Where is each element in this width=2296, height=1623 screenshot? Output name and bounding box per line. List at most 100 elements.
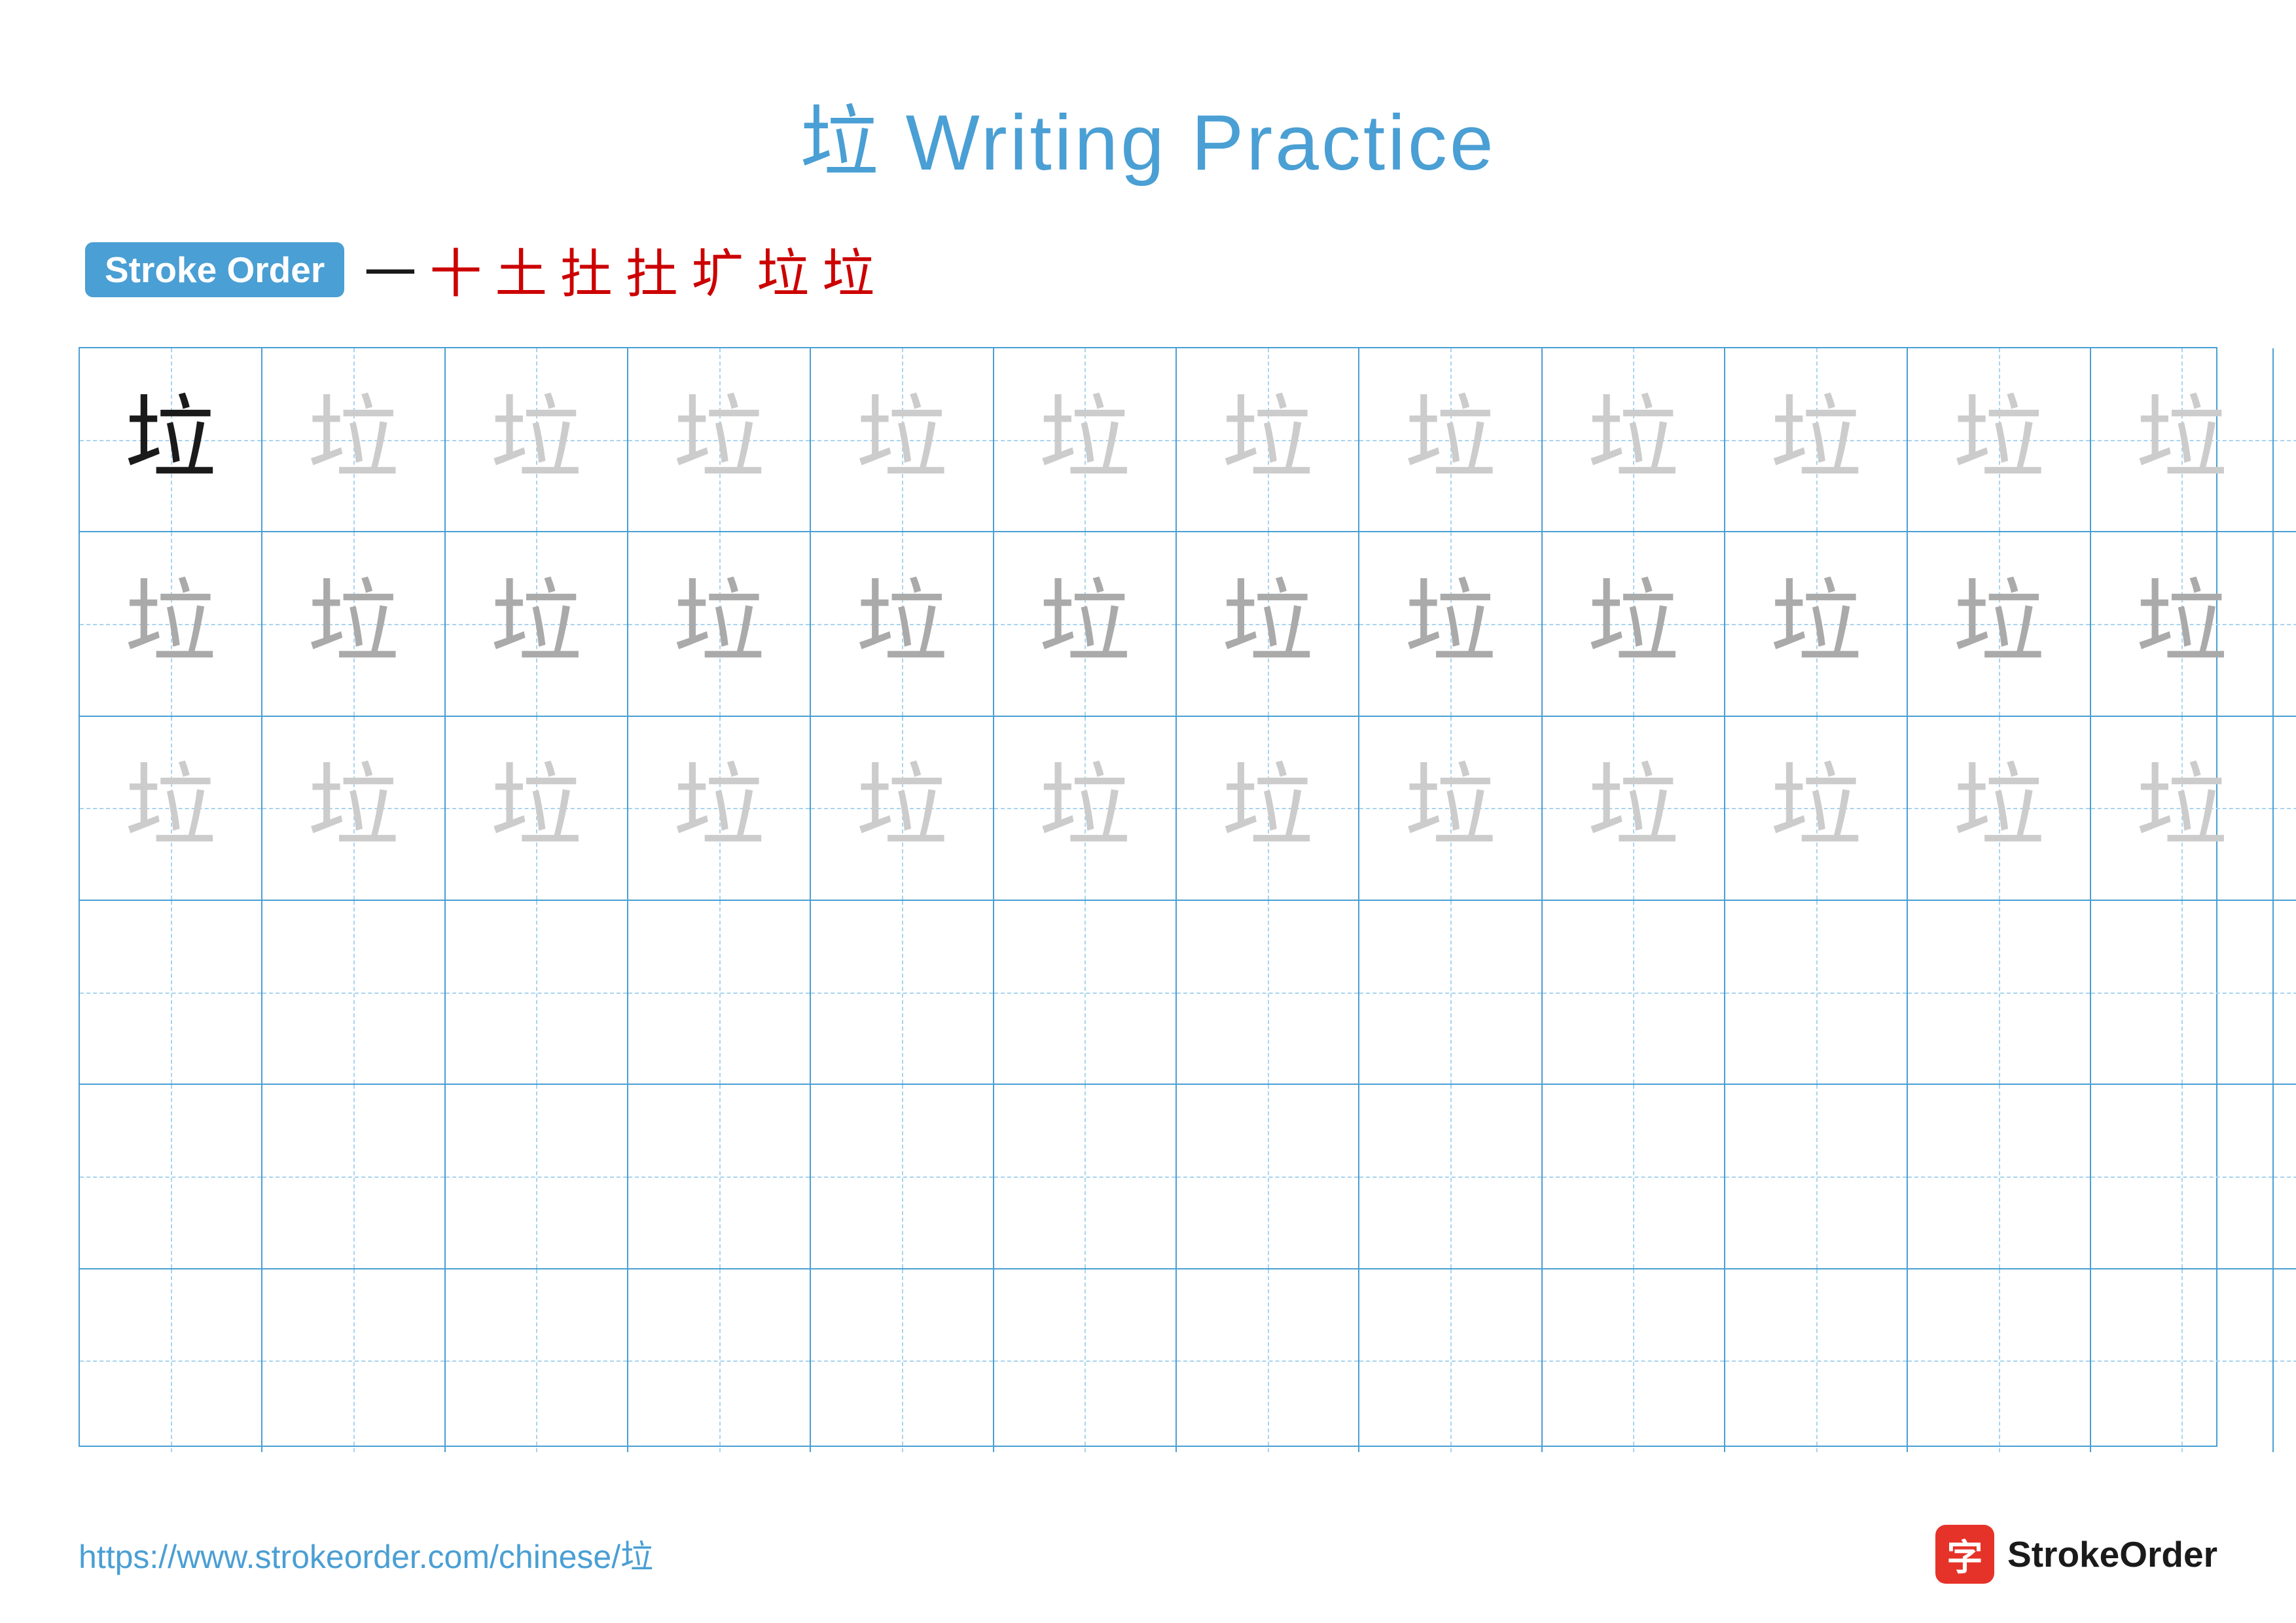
grid-cell[interactable] [446,1085,628,1267]
grid-cell[interactable] [628,901,811,1084]
practice-char: 垃 [673,762,765,854]
grid-cell[interactable] [1177,1085,1359,1267]
practice-char: 垃 [1222,578,1314,670]
grid-row-1: 垃 垃 垃 垃 垃 垃 垃 垃 垃 垃 垃 垃 垃 [80,348,2296,532]
grid-cell[interactable]: 垃 [1359,717,1542,900]
grid-cell[interactable] [1359,1085,1542,1267]
stroke-6: 圹 [691,232,744,308]
grid-cell[interactable] [2091,901,2274,1084]
grid-cell[interactable]: 垃 [262,348,445,531]
grid-cell[interactable]: 垃 [80,532,262,715]
practice-char: 垃 [1770,394,1862,486]
grid-cell[interactable] [811,1269,994,1452]
grid-cell[interactable]: 垃 [1177,532,1359,715]
grid-cell[interactable] [628,1269,811,1452]
grid-cell[interactable]: 垃 [628,532,811,715]
grid-cell[interactable] [2274,1085,2296,1267]
grid-cell[interactable] [1725,901,1908,1084]
grid-cell[interactable] [446,901,628,1084]
grid-cell[interactable]: 垃 [262,532,445,715]
grid-cell[interactable]: 垃 [1177,348,1359,531]
grid-cell[interactable]: 垃 [2274,717,2296,900]
grid-cell[interactable] [2091,1085,2274,1267]
grid-cell[interactable] [446,1269,628,1452]
grid-cell[interactable]: 垃 [262,717,445,900]
grid-cell[interactable] [2274,901,2296,1084]
grid-cell[interactable] [80,1085,262,1267]
grid-cell[interactable]: 垃 [1543,532,1725,715]
practice-char: 垃 [125,762,217,854]
practice-char: 垃 [856,394,948,486]
stroke-5: 扗 [626,232,678,308]
footer-url[interactable]: https://www.strokeorder.com/chinese/垃 [79,1531,653,1578]
grid-cell[interactable] [1177,901,1359,1084]
grid-cell[interactable]: 垃 [811,348,994,531]
grid-cell[interactable]: 垃 [2274,348,2296,531]
grid-cell[interactable]: 垃 [2091,717,2274,900]
grid-cell[interactable]: 垃 [446,348,628,531]
stroke-steps: 一 十 土 扗 扗 圹 垃 垃 [364,232,874,308]
practice-char: 垃 [1222,394,1314,486]
grid-cell[interactable]: 垃 [1725,532,1908,715]
grid-cell[interactable]: 垃 [1543,348,1725,531]
grid-cell[interactable]: 垃 [1908,348,2090,531]
grid-cell[interactable]: 垃 [1543,717,1725,900]
grid-cell[interactable] [1725,1269,1908,1452]
grid-cell[interactable]: 垃 [1725,348,1908,531]
grid-cell[interactable] [80,1269,262,1452]
page-title: 垃 Writing Practice [79,79,2217,192]
grid-cell[interactable] [994,1269,1177,1452]
grid-cell[interactable]: 垃 [1908,717,2090,900]
grid-row-4 [80,901,2296,1085]
grid-cell[interactable] [994,1085,1177,1267]
grid-cell[interactable] [2274,1269,2296,1452]
grid-cell[interactable]: 垃 [811,717,994,900]
grid-cell[interactable]: 垃 [628,717,811,900]
grid-cell[interactable]: 垃 [1359,532,1542,715]
grid-cell[interactable] [262,1085,445,1267]
grid-cell[interactable] [994,901,1177,1084]
grid-cell[interactable] [1543,1269,1725,1452]
grid-cell[interactable]: 垃 [994,348,1177,531]
stroke-8: 垃 [822,232,874,308]
grid-cell[interactable]: 垃 [2274,532,2296,715]
grid-cell[interactable] [1359,901,1542,1084]
grid-cell[interactable] [811,901,994,1084]
grid-cell[interactable]: 垃 [1177,717,1359,900]
practice-char: 垃 [490,762,582,854]
practice-char: 垃 [673,578,765,670]
grid-cell[interactable]: 垃 [446,717,628,900]
grid-cell[interactable] [1543,1085,1725,1267]
grid-cell[interactable]: 垃 [446,532,628,715]
grid-cell[interactable]: 垃 [628,348,811,531]
grid-cell[interactable] [2091,1269,2274,1452]
practice-char: 垃 [673,394,765,486]
grid-cell[interactable]: 垃 [1908,532,2090,715]
grid-cell[interactable] [1359,1269,1542,1452]
grid-cell[interactable] [811,1085,994,1267]
practice-char: 垃 [1953,578,2045,670]
grid-cell[interactable]: 垃 [2091,348,2274,531]
grid-cell[interactable] [1908,1269,2090,1452]
grid-cell[interactable] [1543,901,1725,1084]
grid-cell[interactable]: 垃 [994,717,1177,900]
grid-cell[interactable] [1908,1085,2090,1267]
grid-cell[interactable] [1725,1085,1908,1267]
grid-cell[interactable]: 垃 [80,717,262,900]
grid-cell[interactable] [80,901,262,1084]
grid-cell[interactable]: 垃 [1359,348,1542,531]
grid-cell[interactable] [1908,901,2090,1084]
grid-cell[interactable] [262,901,445,1084]
practice-char: 垃 [125,578,217,670]
grid-cell[interactable] [628,1085,811,1267]
grid-cell[interactable]: 垃 [80,348,262,531]
logo-char: 字 [1947,1528,1983,1580]
grid-cell[interactable]: 垃 [1725,717,1908,900]
grid-cell[interactable]: 垃 [2091,532,2274,715]
practice-char: 垃 [1587,578,1679,670]
grid-cell[interactable]: 垃 [811,532,994,715]
grid-cell[interactable]: 垃 [994,532,1177,715]
grid-cell[interactable] [262,1269,445,1452]
grid-cell[interactable] [1177,1269,1359,1452]
practice-char: 垃 [856,578,948,670]
